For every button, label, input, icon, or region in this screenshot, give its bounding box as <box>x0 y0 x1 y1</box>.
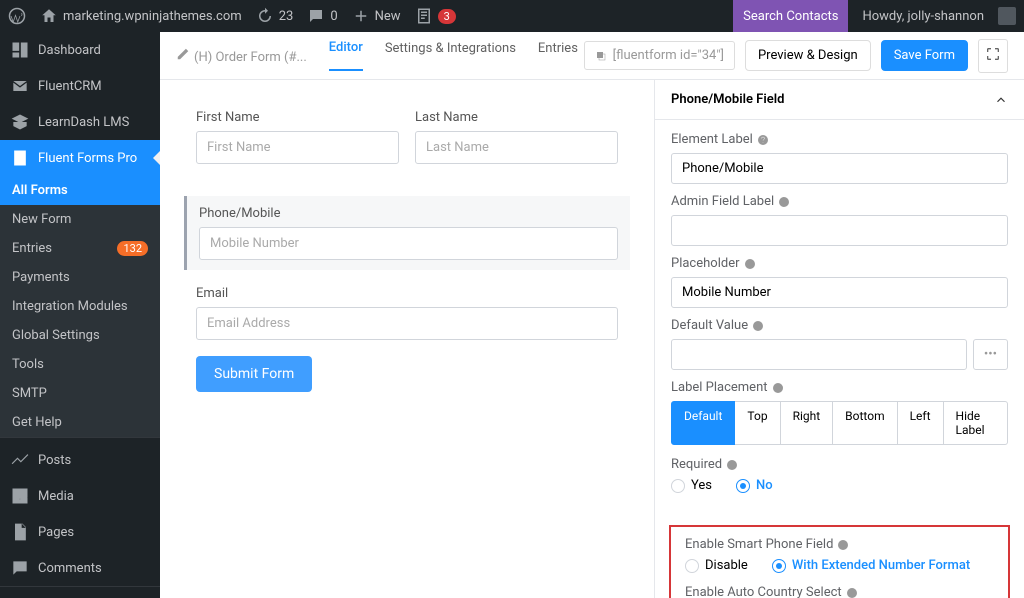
help-icon[interactable] <box>846 587 858 598</box>
first-name-input[interactable] <box>196 131 399 164</box>
submit-button[interactable]: Submit Form <box>196 356 312 392</box>
first-name-label: First Name <box>196 110 399 125</box>
admin-menu: Dashboard FluentCRM LearnDash LMS Fluent… <box>0 32 160 598</box>
help-icon[interactable] <box>744 258 756 270</box>
menu-comments[interactable]: Comments <box>0 550 160 586</box>
phone-label: Phone/Mobile <box>199 206 618 221</box>
element-label-input[interactable] <box>671 153 1008 184</box>
field-phone[interactable]: Phone/Mobile <box>184 196 630 270</box>
help-icon[interactable] <box>837 539 849 551</box>
field-first-name[interactable]: First Name <box>196 110 399 164</box>
menu-wppayforms[interactable]: WPPayForms Pro <box>0 591 160 598</box>
placement-top[interactable]: Top <box>734 401 780 445</box>
wp-logo[interactable] <box>8 7 26 25</box>
help-icon[interactable] <box>757 134 769 146</box>
form-editor: First Name Last Name Phone/Mobile Email <box>160 80 654 598</box>
submenu-help[interactable]: Get Help <box>0 408 160 437</box>
shortcode[interactable]: [fluentform id="34"] <box>584 41 735 70</box>
placement-left[interactable]: Left <box>897 401 944 445</box>
help-icon[interactable] <box>772 382 784 394</box>
required-no[interactable]: No <box>736 478 773 493</box>
placement-bottom[interactable]: Bottom <box>832 401 897 445</box>
label-placement-label: Label Placement <box>671 380 1008 395</box>
user-avatar[interactable] <box>998 7 1016 25</box>
sidebar-header[interactable]: Phone/Mobile Field <box>655 80 1024 120</box>
updates[interactable]: 23 <box>256 7 294 25</box>
menu-pages[interactable]: Pages <box>0 514 160 550</box>
tab-editor[interactable]: Editor <box>329 40 363 71</box>
help-icon[interactable] <box>752 320 764 332</box>
default-value-more[interactable]: ••• <box>973 339 1008 370</box>
smart-phone-label: Enable Smart Phone Field <box>685 537 994 552</box>
admin-label-label: Admin Field Label <box>671 194 1008 209</box>
help-icon[interactable] <box>726 459 738 471</box>
breadcrumb[interactable]: (H) Order Form (#... <box>176 47 307 65</box>
field-email[interactable]: Email <box>196 286 618 340</box>
default-value-label: Default Value <box>671 318 1008 333</box>
submenu-payments[interactable]: Payments <box>0 263 160 292</box>
submenu-global[interactable]: Global Settings <box>0 321 160 350</box>
tab-entries[interactable]: Entries <box>538 41 578 70</box>
auto-country-label: Enable Auto Country Select <box>685 585 994 598</box>
submenu-smtp[interactable]: SMTP <box>0 379 160 408</box>
comments-count[interactable]: 0 <box>307 7 337 25</box>
smart-disable[interactable]: Disable <box>685 558 748 573</box>
placement-hide[interactable]: Hide Label <box>943 401 1008 445</box>
default-value-input[interactable] <box>671 339 967 370</box>
help-icon[interactable] <box>778 196 790 208</box>
last-name-label: Last Name <box>415 110 618 125</box>
tab-settings[interactable]: Settings & Integrations <box>385 41 516 70</box>
placement-right[interactable]: Right <box>780 401 834 445</box>
phone-input[interactable] <box>199 227 618 260</box>
submenu-all-forms[interactable]: All Forms <box>0 176 160 205</box>
menu-dashboard[interactable]: Dashboard <box>0 32 160 68</box>
placeholder-label: Placeholder <box>671 256 1008 271</box>
fullscreen-icon[interactable] <box>978 39 1008 73</box>
submenu-tools[interactable]: Tools <box>0 350 160 379</box>
required-label: Required <box>671 457 1008 472</box>
element-label-label: Element Label <box>671 132 1008 147</box>
last-name-input[interactable] <box>415 131 618 164</box>
submenu-new-form[interactable]: New Form <box>0 205 160 234</box>
menu-fluentforms[interactable]: Fluent Forms Pro <box>0 140 160 176</box>
preview-button[interactable]: Preview & Design <box>745 40 871 71</box>
menu-learndash[interactable]: LearnDash LMS <box>0 104 160 140</box>
required-yes[interactable]: Yes <box>671 478 712 493</box>
menu-media[interactable]: Media <box>0 478 160 514</box>
menu-fluentcrm[interactable]: FluentCRM <box>0 68 160 104</box>
howdy[interactable]: Howdy, jolly-shannon <box>862 9 984 24</box>
menu-posts[interactable]: Posts <box>0 442 160 478</box>
placeholder-input[interactable] <box>671 277 1008 308</box>
search-contacts[interactable]: Search Contacts <box>733 0 848 32</box>
save-button[interactable]: Save Form <box>881 40 968 71</box>
smart-extended[interactable]: With Extended Number Format <box>772 558 970 573</box>
new-content[interactable]: New <box>352 7 401 25</box>
email-label: Email <box>196 286 618 301</box>
forms-notif[interactable]: 3 <box>415 7 456 25</box>
email-input[interactable] <box>196 307 618 340</box>
submenu-integration[interactable]: Integration Modules <box>0 292 160 321</box>
collapse-icon[interactable] <box>994 93 1008 107</box>
label-placement-group: Default Top Right Bottom Left Hide Label <box>671 401 1008 445</box>
placement-default[interactable]: Default <box>671 401 735 445</box>
submenu-entries[interactable]: Entries132 <box>0 234 160 263</box>
admin-label-input[interactable] <box>671 215 1008 246</box>
site-name[interactable]: marketing.wpninjathemes.com <box>40 7 242 25</box>
smart-phone-highlight: Enable Smart Phone Field Disable With Ex… <box>669 525 1010 598</box>
field-last-name[interactable]: Last Name <box>415 110 618 164</box>
field-settings-sidebar: Phone/Mobile Field Element Label Admin F… <box>654 80 1024 598</box>
